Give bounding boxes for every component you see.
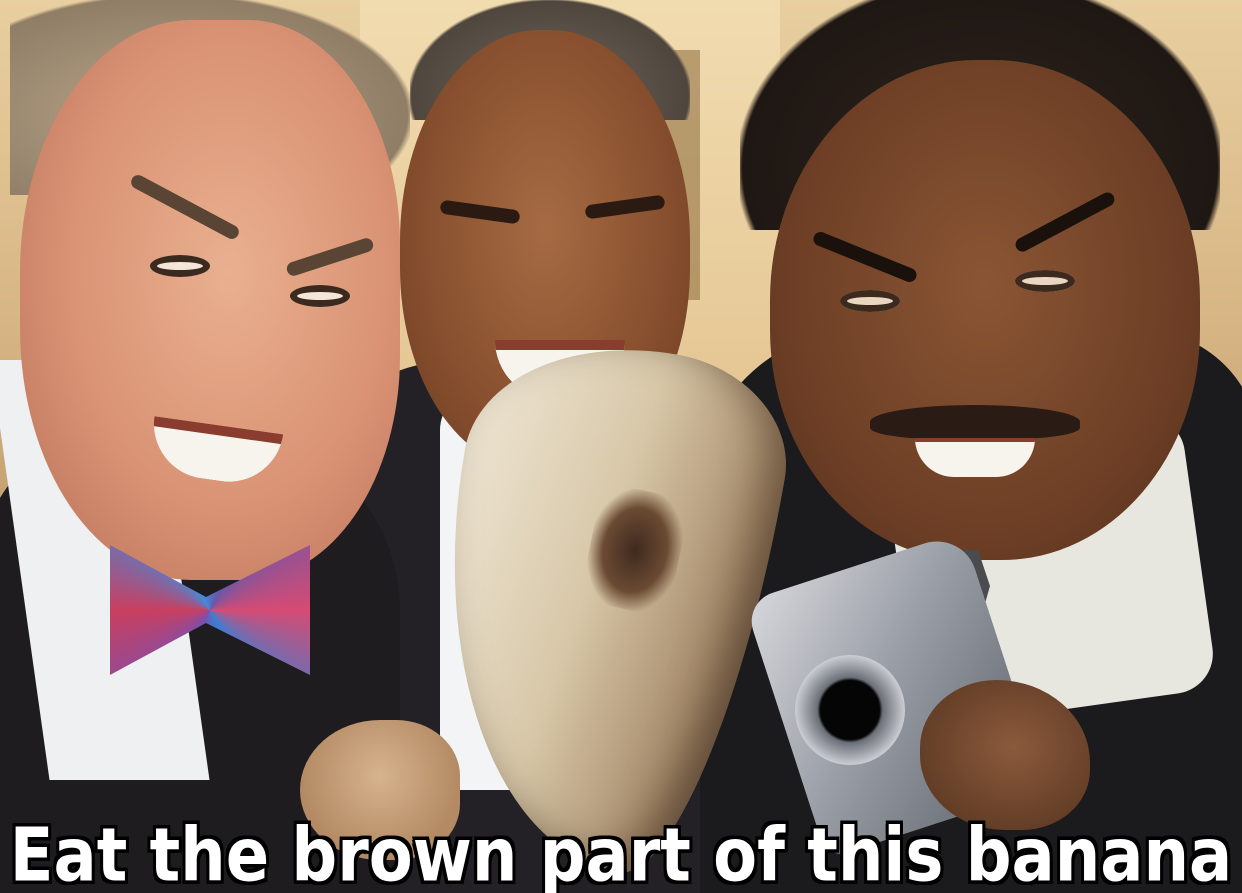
right-man-face <box>770 60 1200 560</box>
meme-image: Eat the brown part of this banana <box>0 0 1242 893</box>
left-man-eye <box>150 255 210 277</box>
right-man-eye <box>1015 270 1075 292</box>
left-man-eye <box>290 285 350 307</box>
right-man-eye <box>840 290 900 312</box>
right-man-mustache <box>870 405 1080 439</box>
gun-muzzle <box>795 655 905 765</box>
meme-caption: Eat the brown part of this banana <box>9 813 1233 893</box>
photo <box>0 0 1242 893</box>
